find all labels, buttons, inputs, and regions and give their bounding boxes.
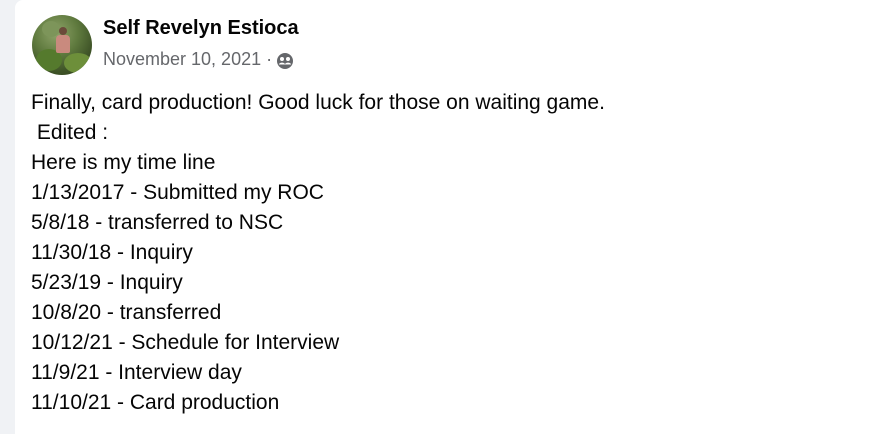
post-line: 5/8/18 - transferred to NSC: [31, 211, 284, 234]
post-line: 11/30/18 - Inquiry: [31, 241, 193, 264]
post-line: 1/13/2017 - Submitted my ROC: [31, 181, 324, 204]
post-meta: November 10, 2021 ·: [103, 49, 294, 70]
avatar-foliage: [64, 53, 92, 73]
meta-separator: ·: [266, 49, 273, 69]
author-name[interactable]: Self Revelyn Estioca: [103, 17, 299, 40]
post-card: Self Revelyn Estioca November 10, 2021 ·…: [15, 0, 875, 434]
avatar-person: [59, 27, 67, 35]
friends-icon[interactable]: [276, 52, 294, 70]
post-line: Here is my time line: [31, 151, 216, 174]
post-line: 5/23/19 - Inquiry: [31, 271, 183, 294]
post-line: Edited :: [31, 121, 109, 144]
post-line: 10/12/21 - Schedule for Interview: [31, 331, 340, 354]
post-line: Finally, card production! Good luck for …: [31, 91, 605, 114]
post-text: Finally, card production! Good luck for …: [31, 88, 851, 418]
avatar-person: [56, 35, 70, 53]
post-date[interactable]: November 10, 2021: [103, 49, 261, 70]
post-line: 10/8/20 - transferred: [31, 301, 222, 324]
author-avatar[interactable]: [32, 15, 92, 75]
post-line: 11/10/21 - Card production: [31, 391, 280, 414]
post-line: 11/9/21 - Interview day: [31, 361, 242, 384]
